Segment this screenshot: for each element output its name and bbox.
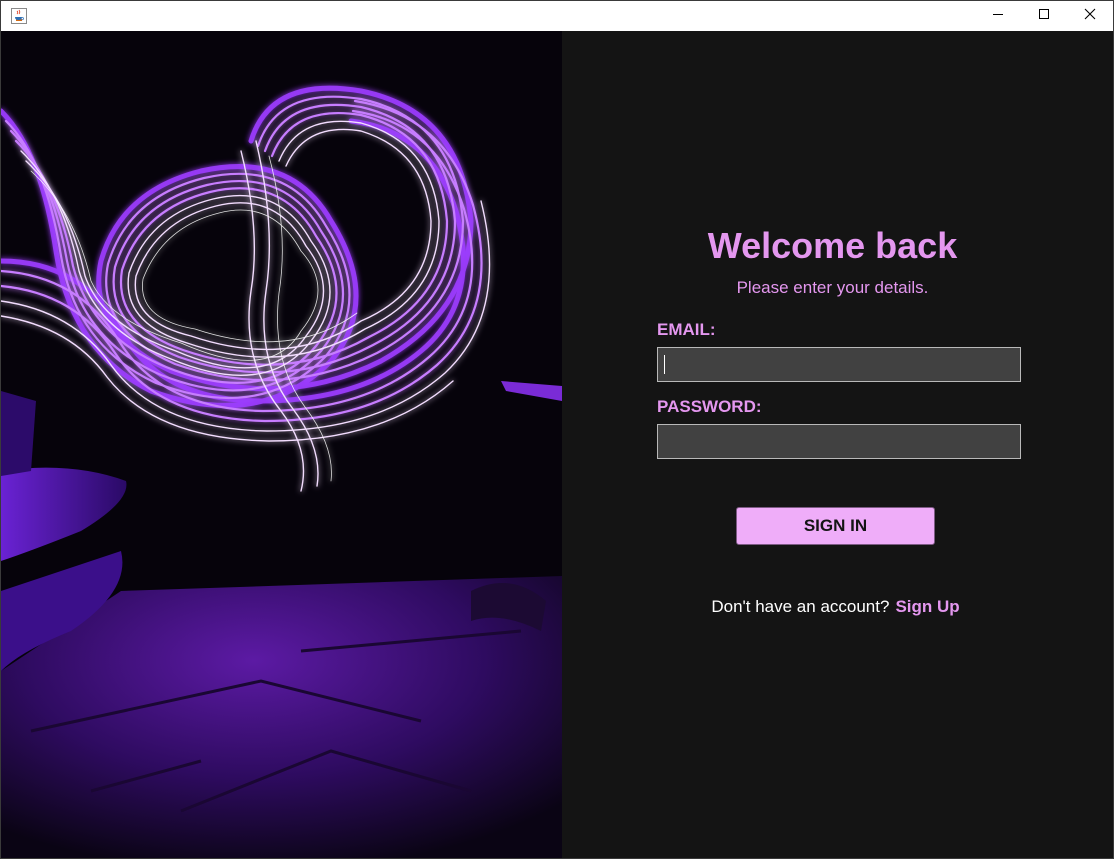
- signup-row: Don't have an account? Sign Up: [562, 597, 1109, 617]
- minimize-icon: [992, 7, 1004, 25]
- email-field[interactable]: [657, 347, 1021, 382]
- welcome-subtitle: Please enter your details.: [736, 278, 929, 297]
- minimize-button[interactable]: [975, 1, 1021, 31]
- maximize-button[interactable]: [1021, 1, 1067, 31]
- title-bar[interactable]: [1, 1, 1113, 31]
- app-window: Welcome back Please enter your details. …: [0, 0, 1114, 859]
- maximize-icon: [1038, 7, 1050, 25]
- email-label: EMAIL:: [657, 320, 716, 339]
- sign-up-link[interactable]: Sign Up: [895, 597, 959, 616]
- close-icon: [1084, 7, 1096, 25]
- welcome-title: Welcome back: [707, 225, 958, 266]
- text-caret: [664, 355, 665, 374]
- password-label: PASSWORD:: [657, 397, 762, 416]
- password-field[interactable]: [657, 424, 1021, 459]
- close-button[interactable]: [1067, 1, 1113, 31]
- java-cup-icon[interactable]: [11, 8, 27, 24]
- signup-prompt: Don't have an account?: [711, 597, 890, 616]
- sign-in-button[interactable]: SIGN IN: [736, 507, 935, 545]
- light-painting-image: [1, 31, 562, 858]
- login-panel: Welcome back Please enter your details. …: [562, 31, 1113, 858]
